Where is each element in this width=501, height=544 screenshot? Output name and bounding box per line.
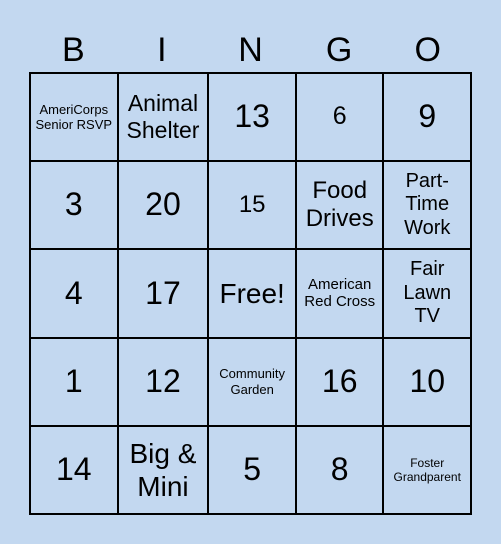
bingo-cell[interactable]: Part-Time Work <box>384 162 470 249</box>
bingo-cell[interactable]: Big & Mini <box>118 426 208 513</box>
bingo-header: B I N G O <box>29 28 472 72</box>
bingo-cell[interactable]: 16 <box>296 338 383 425</box>
header-letter-n: N <box>238 31 263 69</box>
bingo-cell[interactable]: 4 <box>31 250 117 337</box>
bingo-cell[interactable]: 13 <box>209 74 295 161</box>
bingo-cell[interactable]: Food Drives <box>296 162 383 249</box>
bingo-cell[interactable]: Animal Shelter <box>118 74 208 161</box>
bingo-cell[interactable]: Community Garden <box>209 338 295 425</box>
bingo-cell[interactable]: Foster Grandparent <box>384 426 470 513</box>
bingo-cell[interactable]: 3 <box>31 162 117 249</box>
header-letter-i: I <box>157 31 167 69</box>
bingo-cell[interactable]: 5 <box>209 426 295 513</box>
bingo-cell[interactable]: 20 <box>118 162 208 249</box>
bingo-cell[interactable]: 1 <box>31 338 117 425</box>
bingo-cell[interactable]: American Red Cross <box>296 250 383 337</box>
bingo-cell[interactable]: 12 <box>118 338 208 425</box>
bingo-cell[interactable]: 8 <box>296 426 383 513</box>
header-letter-b: B <box>61 31 85 69</box>
bingo-cell[interactable]: 6 <box>296 74 383 161</box>
bingo-cell[interactable]: 17 <box>118 250 208 337</box>
bingo-cell[interactable]: Fair Lawn TV <box>384 250 470 337</box>
bingo-cell[interactable]: 9 <box>384 74 470 161</box>
bingo-grid: AmeriCorps Senior RSVP Animal Shelter 13 6 9… <box>29 72 472 515</box>
bingo-cell[interactable]: 10 <box>384 338 470 425</box>
bingo-cell[interactable]: 15 <box>209 162 295 249</box>
header-letter-g: G <box>325 31 353 69</box>
bingo-cell[interactable]: Free! <box>209 250 295 337</box>
header-letter-o: O <box>414 31 441 69</box>
bingo-cell[interactable]: 14 <box>31 426 117 513</box>
bingo-cell[interactable]: AmeriCorps Senior RSVP <box>31 74 117 161</box>
